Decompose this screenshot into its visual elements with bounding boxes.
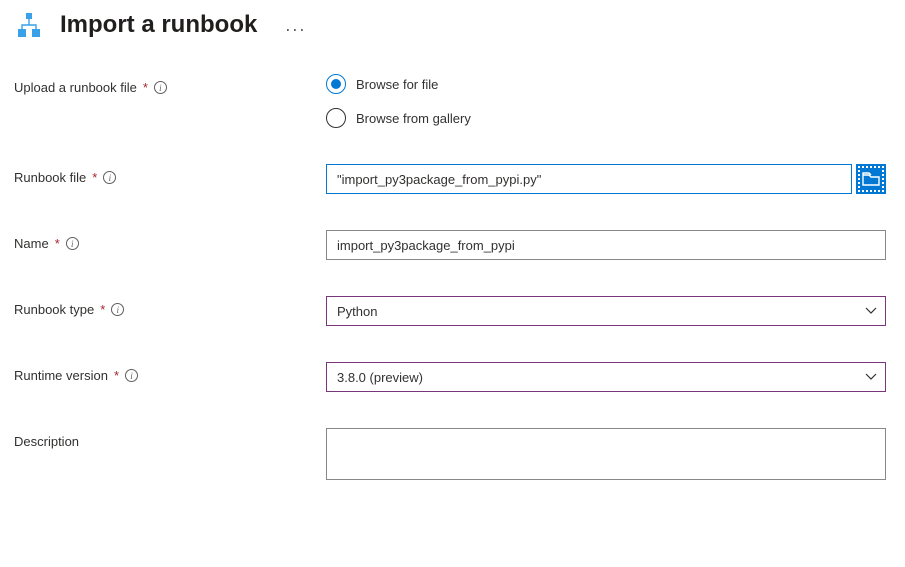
label-text: Description (14, 434, 79, 449)
info-icon[interactable]: i (111, 303, 124, 316)
label-upload-runbook-file: Upload a runbook file * i (14, 74, 326, 95)
field-name: Name * i (14, 230, 891, 260)
label-text: Runtime version (14, 368, 108, 383)
runbook-file-input[interactable] (326, 164, 852, 194)
select-value: Python (337, 304, 377, 319)
runtime-version-select[interactable]: 3.8.0 (preview) (326, 362, 886, 392)
label-runbook-file: Runbook file * i (14, 164, 326, 185)
info-icon[interactable]: i (125, 369, 138, 382)
hierarchy-icon (14, 10, 44, 40)
required-marker: * (100, 302, 105, 317)
info-icon[interactable]: i (103, 171, 116, 184)
folder-icon (862, 172, 880, 186)
description-textarea[interactable] (326, 428, 886, 480)
more-actions-button[interactable]: ... (279, 15, 312, 36)
chevron-down-icon (865, 373, 877, 381)
radio-icon (326, 74, 346, 94)
required-marker: * (143, 80, 148, 95)
label-runtime-version: Runtime version * i (14, 362, 326, 383)
label-name: Name * i (14, 230, 326, 251)
browse-file-button[interactable] (856, 164, 886, 194)
upload-radio-group: Browse for file Browse from gallery (326, 74, 886, 128)
label-text: Runbook type (14, 302, 94, 317)
info-icon[interactable]: i (154, 81, 167, 94)
label-runbook-type: Runbook type * i (14, 296, 326, 317)
required-marker: * (92, 170, 97, 185)
info-icon[interactable]: i (66, 237, 79, 250)
field-runbook-type: Runbook type * i Python (14, 296, 891, 326)
radio-label: Browse for file (356, 77, 438, 92)
select-value: 3.8.0 (preview) (337, 370, 423, 385)
required-marker: * (55, 236, 60, 251)
label-description: Description (14, 428, 326, 449)
label-text: Name (14, 236, 49, 251)
name-input[interactable] (326, 230, 886, 260)
radio-browse-from-gallery[interactable]: Browse from gallery (326, 108, 886, 128)
radio-icon (326, 108, 346, 128)
field-runbook-file: Runbook file * i (14, 164, 891, 194)
required-marker: * (114, 368, 119, 383)
runbook-type-select[interactable]: Python (326, 296, 886, 326)
label-text: Upload a runbook file (14, 80, 137, 95)
radio-label: Browse from gallery (356, 111, 471, 126)
field-upload-runbook-file: Upload a runbook file * i Browse for fil… (14, 74, 891, 128)
chevron-down-icon (865, 307, 877, 315)
page-title: Import a runbook (60, 11, 257, 39)
label-text: Runbook file (14, 170, 86, 185)
field-description: Description (14, 428, 891, 483)
field-runtime-version: Runtime version * i 3.8.0 (preview) (14, 362, 891, 392)
radio-browse-for-file[interactable]: Browse for file (326, 74, 886, 94)
page-header: Import a runbook ... (14, 10, 891, 40)
